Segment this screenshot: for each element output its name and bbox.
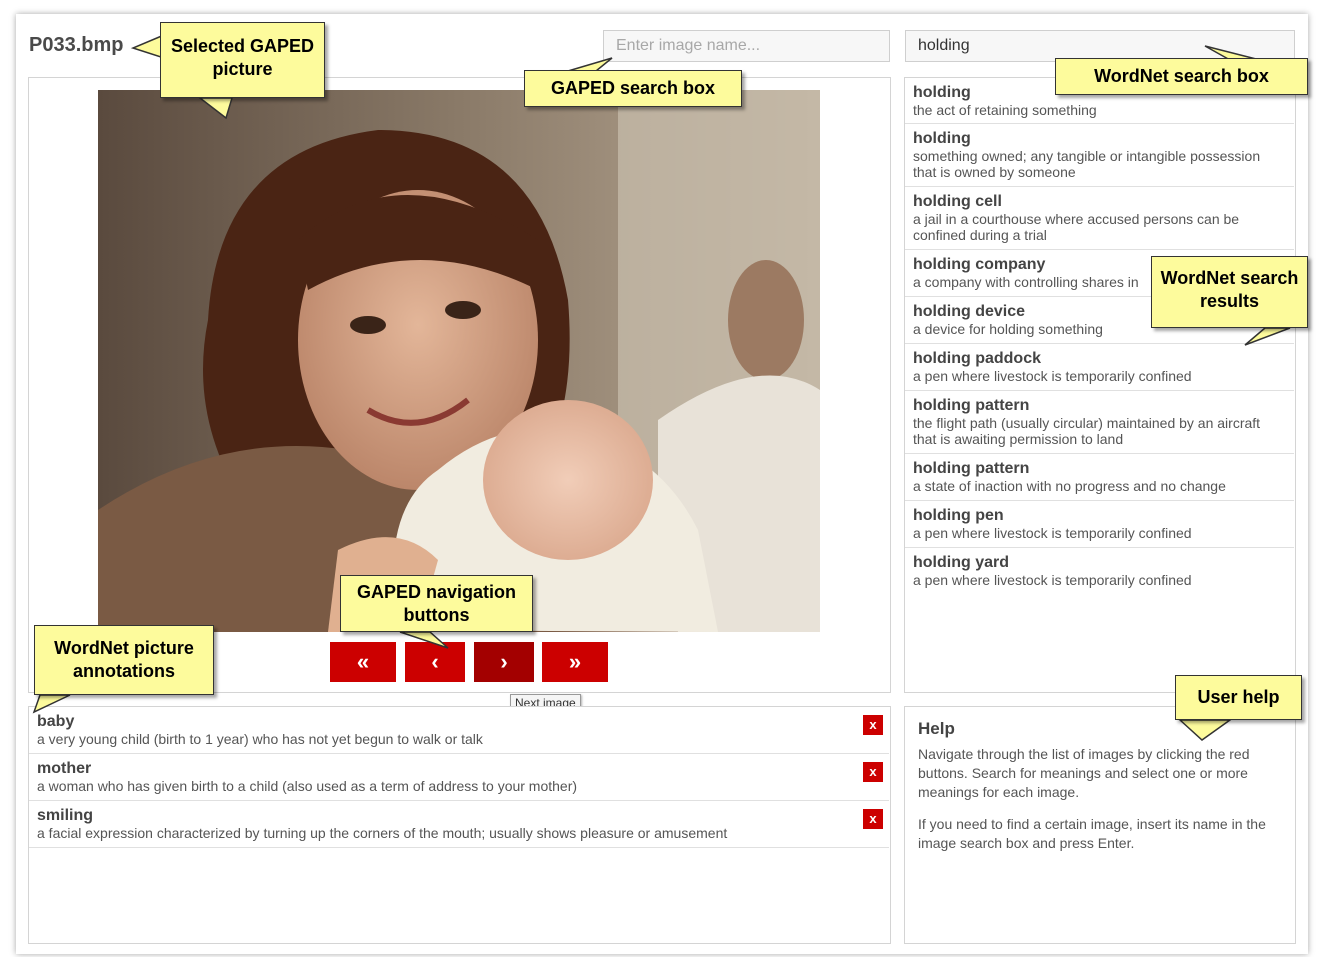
annotation-item: smiling a facial expression characterize… xyxy=(29,801,889,848)
selected-filename: P033.bmp xyxy=(29,34,124,56)
next-image-button[interactable]: › xyxy=(474,642,534,682)
gaped-picture xyxy=(98,90,820,632)
callout-wordnet-search: WordNet search box xyxy=(1055,58,1308,95)
result-definition: a state of inaction with no progress and… xyxy=(913,478,1226,494)
result-item[interactable]: holding pattern a state of inaction with… xyxy=(905,454,1294,501)
result-definition: a jail in a courthouse where accused per… xyxy=(913,211,1240,243)
callout-annotations: WordNet picture annotations xyxy=(34,625,214,695)
result-item[interactable]: holding yard a pen where livestock is te… xyxy=(905,548,1294,595)
result-item[interactable]: holding paddock a pen where livestock is… xyxy=(905,344,1294,391)
previous-image-button[interactable]: ‹ xyxy=(405,642,465,682)
annotation-term: smiling xyxy=(37,807,94,824)
result-term: holding pattern xyxy=(913,460,1030,477)
first-image-button[interactable]: « xyxy=(330,642,396,682)
result-term: holding pattern xyxy=(913,397,1030,414)
annotation-item: baby a very young child (birth to 1 year… xyxy=(29,707,889,754)
result-item[interactable]: holding pattern the flight path (usually… xyxy=(905,391,1294,454)
result-term: holding yard xyxy=(913,554,1009,571)
annotation-item: mother a woman who has given birth to a … xyxy=(29,754,889,801)
result-item[interactable]: holding something owned; any tangible or… xyxy=(905,124,1294,187)
help-paragraph-2: If you need to find a certain image, ins… xyxy=(918,816,1266,851)
help-title: Help xyxy=(918,719,955,738)
result-term: holding paddock xyxy=(913,350,1041,367)
result-definition: a pen where livestock is temporarily con… xyxy=(913,368,1192,384)
callout-gaped-search: GAPED search box xyxy=(524,70,742,107)
callout-user-help: User help xyxy=(1175,675,1302,720)
callout-selected-picture: Selected GAPED picture xyxy=(160,22,325,98)
result-item[interactable]: holding pen a pen where livestock is tem… xyxy=(905,501,1294,548)
annotation-definition: a facial expression characterized by tur… xyxy=(37,825,728,841)
result-item[interactable]: holding cell a jail in a courthouse wher… xyxy=(905,187,1294,250)
annotation-term: baby xyxy=(37,713,75,730)
callout-wordnet-results: WordNet search results xyxy=(1151,256,1308,328)
image-search-input[interactable] xyxy=(603,30,890,62)
result-definition: a pen where livestock is temporarily con… xyxy=(913,572,1192,588)
result-definition: the act of retaining something xyxy=(913,102,1097,118)
remove-annotation-button[interactable]: x xyxy=(863,809,883,829)
annotation-term: mother xyxy=(37,760,92,777)
remove-annotation-button[interactable]: x xyxy=(863,715,883,735)
result-definition: something owned; any tangible or intangi… xyxy=(913,148,1261,180)
result-definition: a pen where livestock is temporarily con… xyxy=(913,525,1192,541)
help-paragraph-1: Navigate through the list of images by c… xyxy=(918,746,1250,800)
result-term: holding cell xyxy=(913,193,1002,210)
result-term: holding xyxy=(913,130,971,147)
annotation-definition: a very young child (birth to 1 year) who… xyxy=(37,731,483,747)
annotation-definition: a woman who has given birth to a child (… xyxy=(37,778,578,794)
last-image-button[interactable]: » xyxy=(542,642,608,682)
remove-annotation-button[interactable]: x xyxy=(863,762,883,782)
result-definition: the flight path (usually circular) maint… xyxy=(913,415,1261,447)
result-term: holding pen xyxy=(913,507,1004,524)
callout-navigation: GAPED navigation buttons xyxy=(340,575,533,632)
